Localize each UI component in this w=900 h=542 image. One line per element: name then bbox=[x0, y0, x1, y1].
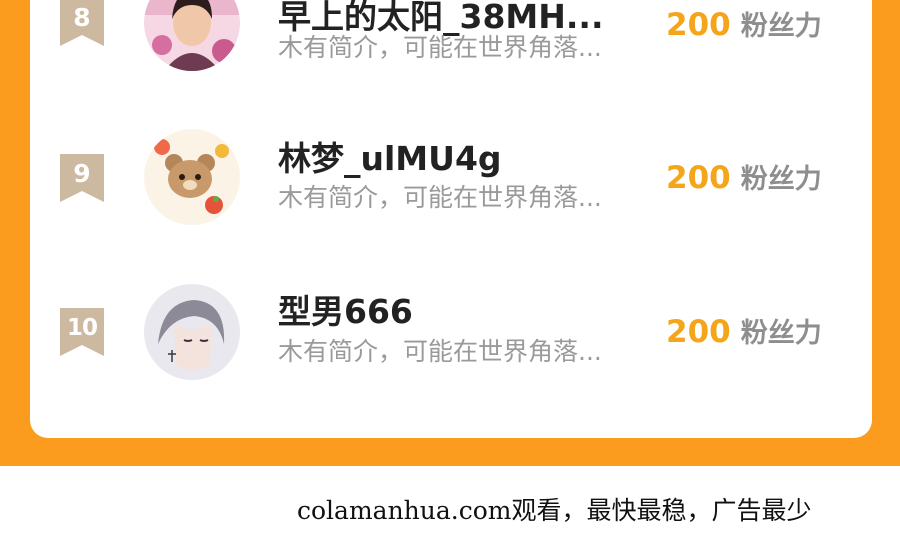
fan-power-score: 200 粉丝力 bbox=[666, 312, 822, 357]
bear-avatar-icon bbox=[144, 129, 240, 225]
user-avatar[interactable] bbox=[144, 129, 240, 225]
user-name: 型男666 bbox=[278, 292, 413, 331]
user-intro: 木有简介，可能在世界角落... bbox=[278, 183, 602, 212]
rank-badge: 10 bbox=[60, 308, 104, 356]
user-avatar[interactable] bbox=[144, 284, 240, 380]
fan-power-score: 200 粉丝力 bbox=[666, 5, 822, 50]
list-item[interactable]: 9 林梦_ulMU4g 木有简介，可能在世界角落... 200 粉丝力 bbox=[0, 122, 900, 232]
score-value: 200 bbox=[666, 160, 731, 196]
rank-number: 9 bbox=[73, 159, 91, 188]
user-intro: 木有简介，可能在世界角落... bbox=[278, 337, 602, 366]
anime-boy-avatar-icon bbox=[144, 284, 240, 380]
rank-number: 8 bbox=[73, 3, 91, 32]
user-name: 早上的太阳_38MH... bbox=[278, 0, 604, 36]
list-item[interactable]: 8 早上的太阳_38MH... 木有简介，可能在世界角落... 200 粉丝力 bbox=[0, 0, 900, 80]
photo-avatar-icon bbox=[144, 0, 240, 71]
score-value: 200 bbox=[666, 7, 731, 43]
score-unit: 粉丝力 bbox=[740, 164, 822, 195]
user-intro: 木有简介，可能在世界角落... bbox=[278, 33, 602, 62]
fan-power-score: 200 粉丝力 bbox=[666, 158, 822, 203]
score-unit: 粉丝力 bbox=[740, 11, 822, 42]
rank-badge: 9 bbox=[60, 154, 104, 202]
score-unit: 粉丝力 bbox=[740, 318, 822, 349]
list-item[interactable]: 10 型男666 木有简介，可能在世界角落... 200 粉丝力 bbox=[0, 276, 900, 386]
user-avatar[interactable] bbox=[144, 0, 240, 71]
rank-number: 10 bbox=[66, 315, 98, 341]
rank-badge: 8 bbox=[60, 0, 104, 46]
watermark-text: colamanhua.com观看，最快最稳，广告最少 bbox=[297, 496, 812, 525]
user-name: 林梦_ulMU4g bbox=[278, 139, 502, 178]
score-value: 200 bbox=[666, 314, 731, 350]
